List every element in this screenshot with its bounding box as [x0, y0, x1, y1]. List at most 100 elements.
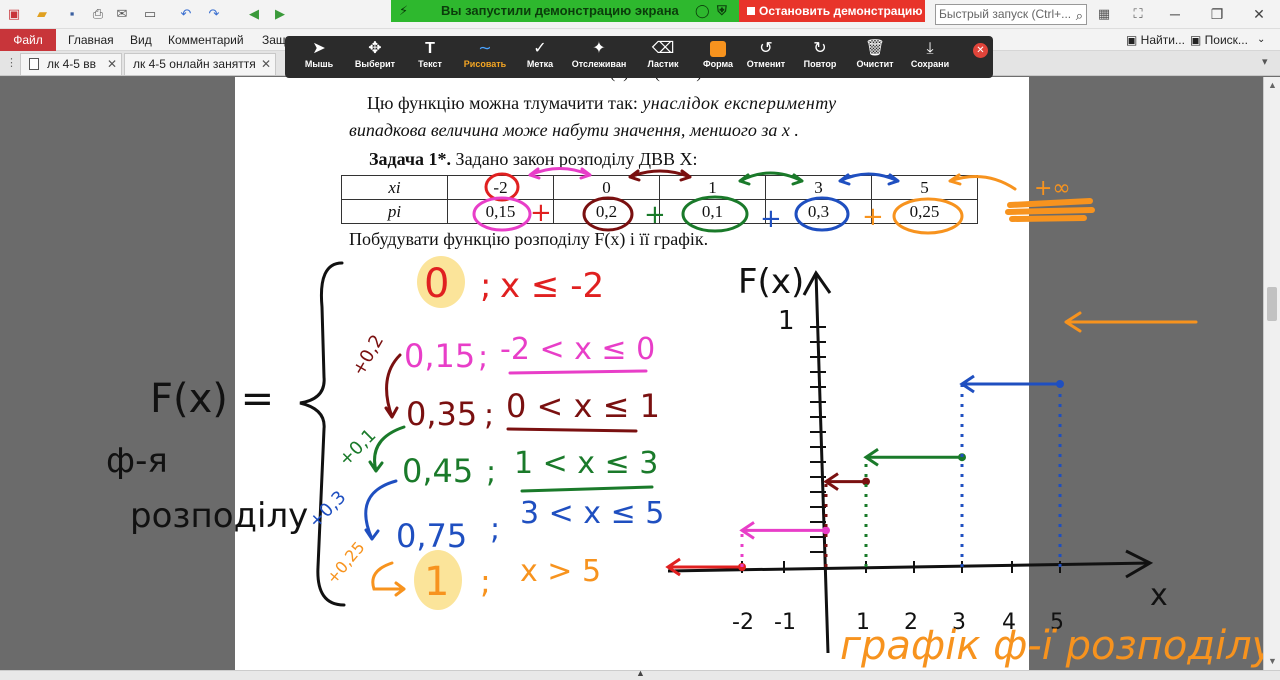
- bottom-status-bar: ▲: [0, 668, 1280, 680]
- tool-shape[interactable]: Форма: [693, 36, 743, 78]
- document-workspace[interactable]: F(x) = P(X < x). Цю функцію можна тлумач…: [0, 77, 1280, 670]
- tool-undo[interactable]: ↺ Отменит: [741, 36, 791, 78]
- ink-annotations: F(x) = ф-я розподілу 0 ; x ≤ -2 0,15 ; -…: [106, 167, 1277, 669]
- circle-x-minus2: [484, 172, 520, 202]
- circle-p-03: [794, 196, 850, 232]
- share-pause-icon[interactable]: ◯: [695, 0, 710, 22]
- redo-icon[interactable]: ↷: [206, 6, 222, 22]
- increment-arrow-green: [368, 425, 406, 473]
- ink-case-value: 0,75: [396, 517, 467, 555]
- ink-semicolon: ;: [486, 455, 496, 490]
- tool-redo[interactable]: ↻ Повтор: [795, 36, 845, 78]
- increment-arrow-blue: [364, 479, 398, 541]
- find-button[interactable]: ▣ Найти...: [1126, 29, 1185, 51]
- back-icon[interactable]: ◀: [246, 6, 262, 22]
- tool-label: Форма: [702, 59, 734, 69]
- ink-case-value: 0: [424, 261, 449, 307]
- checkmark-icon: ✓: [533, 40, 547, 57]
- minimize-button[interactable]: ─: [1160, 3, 1190, 25]
- undo-icon: ↺: [759, 40, 773, 57]
- stop-share-button[interactable]: Остановить демонстрацию: [739, 0, 925, 22]
- underline-maroon: [506, 427, 638, 433]
- graph-y-label: F(x): [738, 262, 804, 302]
- ink-plus-sign: +: [644, 200, 666, 230]
- vertical-scrollbar[interactable]: ▲ ▼: [1263, 77, 1280, 670]
- ink-case-cond: 1 < x ≤ 3: [514, 446, 658, 481]
- tool-draw[interactable]: ∼ Рисовать: [457, 36, 513, 78]
- document-icon: [29, 58, 39, 70]
- mail-icon[interactable]: ✉: [114, 6, 130, 22]
- ink-increment: +0,3: [305, 487, 351, 533]
- app-window: ▣ ▰ ▪ ⎙ ✉ ▭ ↶ ↷ ◀ ▶ ⚡ Вы запустили демон…: [0, 0, 1280, 680]
- scanner-icon[interactable]: ▭: [142, 6, 158, 22]
- fullscreen-icon[interactable]: ⛶: [1130, 6, 1146, 22]
- ink-f-desc-2: розподілу: [130, 496, 308, 536]
- ink-case-cond: 0 < x ≤ 1: [506, 387, 660, 425]
- forward-icon[interactable]: ▶: [272, 6, 288, 22]
- underline-green: [520, 485, 654, 493]
- underline-pink: [508, 369, 648, 375]
- menu-protect[interactable]: Защ: [262, 29, 286, 51]
- search-icon: ⌕: [1075, 8, 1083, 23]
- tab-lk-4-5-vv[interactable]: лк 4-5 вв ✕: [20, 53, 122, 75]
- undo-icon[interactable]: ↶: [178, 6, 194, 22]
- tool-label: Отслеживан: [571, 59, 627, 69]
- tool-label: Выберит: [354, 59, 396, 69]
- find-label: Найти...: [1140, 33, 1185, 47]
- graph-steps: [665, 374, 1064, 577]
- tool-text[interactable]: T Текст: [405, 36, 455, 78]
- tool-spotlight[interactable]: ✦ Отслеживан: [567, 36, 631, 78]
- expand-up-icon[interactable]: ▲: [636, 668, 645, 678]
- scroll-down-icon[interactable]: ▼: [1264, 653, 1280, 669]
- ink-semicolon: ;: [484, 398, 494, 433]
- eraser-icon: ⌫: [651, 40, 675, 57]
- search-button[interactable]: ▣ Поиск...: [1190, 29, 1248, 51]
- shape-icon: [693, 36, 743, 58]
- menu-home[interactable]: Главная: [68, 29, 114, 51]
- tool-label: Текст: [418, 59, 442, 69]
- tab-label: лк 4-5 вв: [47, 57, 97, 71]
- move-icon: ✥: [368, 40, 382, 57]
- graph-x-label: x: [1150, 578, 1168, 613]
- ink-semicolon: ;: [490, 512, 500, 547]
- tool-save[interactable]: ⤓ Сохрани: [905, 36, 955, 78]
- toolbar-close-icon[interactable]: ✕: [973, 43, 988, 58]
- tool-label: Мышь: [304, 59, 334, 69]
- open-folder-icon[interactable]: ▰: [34, 6, 50, 22]
- close-button[interactable]: ✕: [1244, 3, 1274, 25]
- tool-stamp[interactable]: ✓ Метка: [517, 36, 563, 78]
- menu-file[interactable]: Файл: [0, 29, 56, 51]
- tool-clear[interactable]: 🗑 Очистит: [849, 36, 901, 78]
- menu-view[interactable]: Вид: [130, 29, 152, 51]
- graph-step-point: [822, 526, 830, 535]
- ink-plus-infinity: +∞: [1034, 176, 1071, 201]
- graph-caption: графік ф-ї розподілу: [840, 623, 1277, 669]
- tool-eraser[interactable]: ⌫ Ластик: [635, 36, 691, 78]
- tool-select[interactable]: ✥ Выберит: [347, 36, 403, 78]
- tab-lk-4-5-online[interactable]: лк 4-5 онлайн заняття ✕: [124, 53, 276, 75]
- maximize-button[interactable]: ❐: [1202, 3, 1232, 25]
- ink-semicolon: ;: [480, 563, 491, 601]
- search-doc-icon: ▣: [1190, 33, 1205, 47]
- tab-close-icon[interactable]: ✕: [107, 54, 117, 74]
- ink-case-cond: x ≤ -2: [500, 266, 604, 306]
- scroll-up-icon[interactable]: ▲: [1264, 77, 1280, 93]
- app-logo-icon: ▣: [7, 6, 21, 21]
- tab-close-icon[interactable]: ✕: [261, 54, 271, 74]
- ink-semicolon: ;: [480, 266, 491, 306]
- ink-case-value: 1: [424, 559, 449, 605]
- tool-mouse[interactable]: ➤ Мышь: [293, 36, 345, 78]
- ink-f-desc-1: ф-я: [106, 441, 168, 481]
- scrollbar-thumb[interactable]: [1267, 287, 1277, 321]
- menu-expand-icon[interactable]: ⌄: [1257, 29, 1265, 51]
- tool-label: Рисовать: [463, 59, 507, 69]
- ink-case-value: 0,45: [402, 452, 473, 490]
- tab-menu-icon[interactable]: ▾: [1262, 55, 1268, 68]
- ink-semicolon: ;: [478, 340, 488, 375]
- menu-comment[interactable]: Комментарий: [168, 29, 244, 51]
- save-icon[interactable]: ▪: [64, 6, 80, 22]
- apps-icon[interactable]: ▦: [1096, 6, 1112, 22]
- quick-launch-input[interactable]: Быстрый запуск (Ctrl+... ⌕: [935, 4, 1087, 25]
- print-icon[interactable]: ⎙: [90, 6, 106, 22]
- ink-case-value: 0,35: [406, 395, 477, 433]
